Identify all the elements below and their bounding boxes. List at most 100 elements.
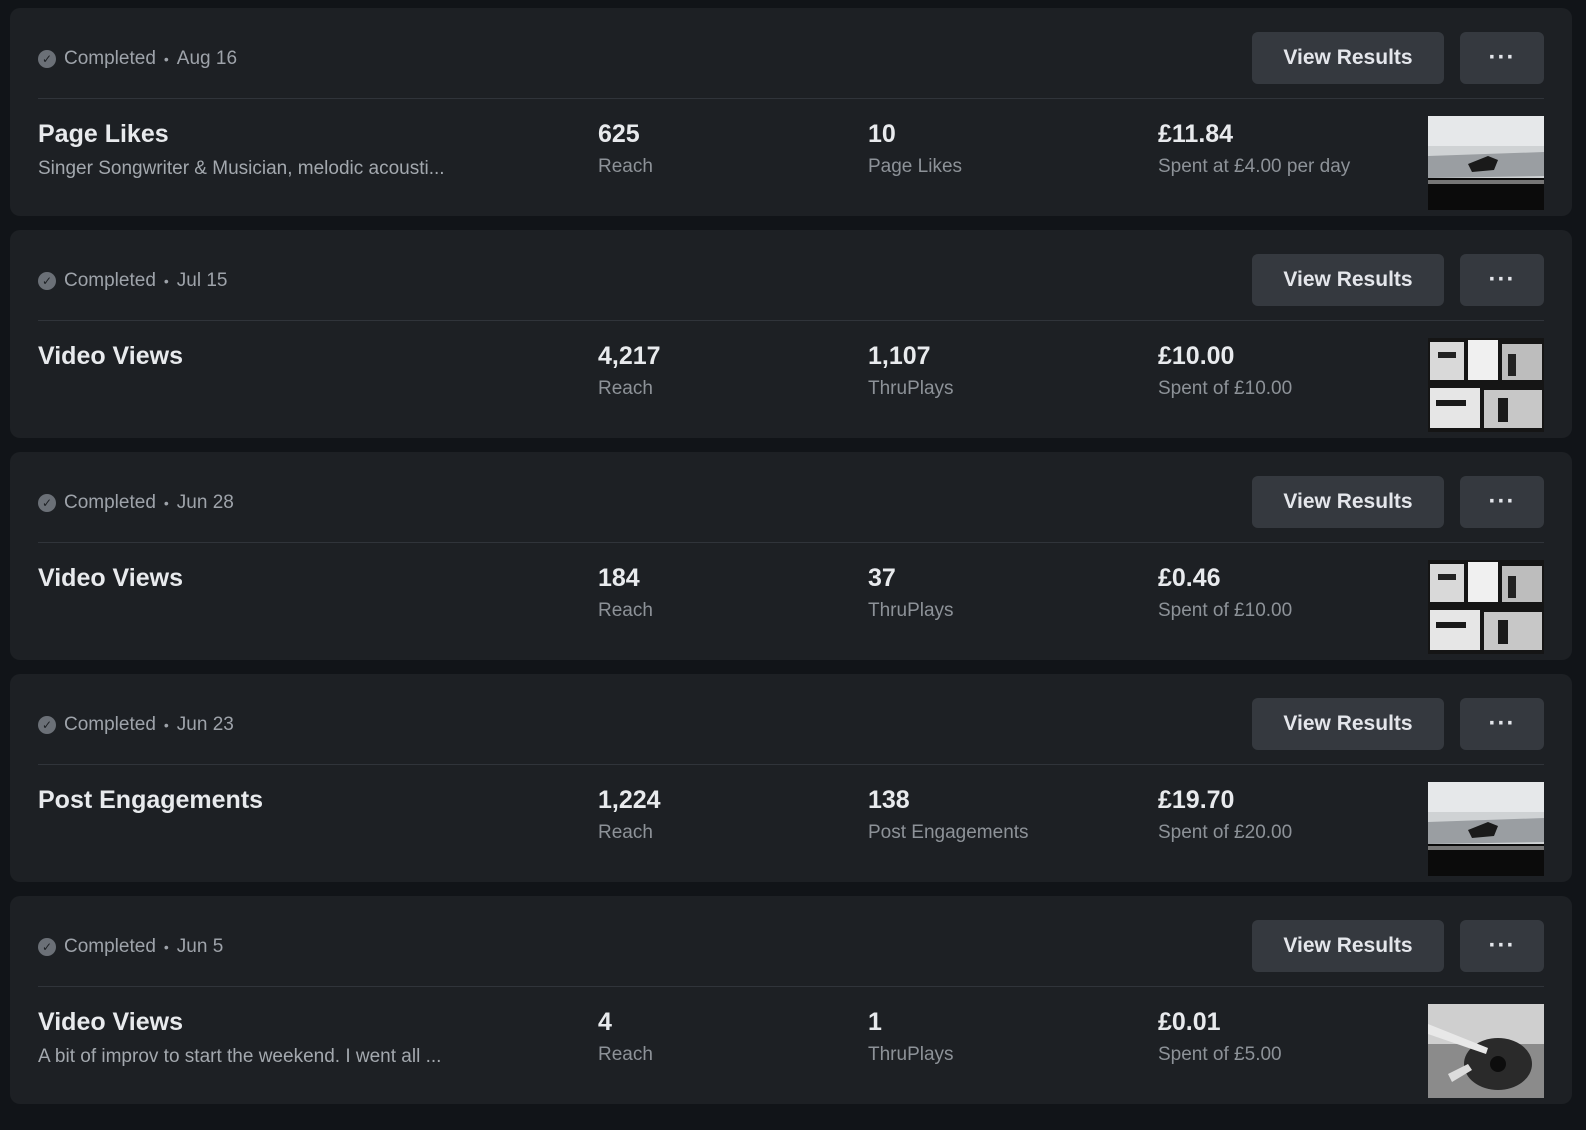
campaign-card: ✓ Completed • Jul 15 View Results ··· Vi… — [10, 230, 1572, 438]
metric-label: Reach — [598, 822, 653, 843]
card-header: ✓ Completed • Jun 28 View Results ··· — [38, 452, 1544, 543]
reach-metric: 4 Reach — [598, 1008, 653, 1066]
metric-label: Reach — [598, 1044, 653, 1065]
card-body: Page Likes Singer Songwriter & Musician,… — [38, 116, 1544, 216]
campaign-thumbnail[interactable] — [1428, 338, 1544, 432]
view-results-button[interactable]: View Results — [1252, 32, 1444, 84]
metric-value: £19.70 — [1158, 786, 1235, 814]
more-options-button[interactable]: ··· — [1460, 476, 1544, 528]
reach-metric: 184 Reach — [598, 564, 653, 622]
separator-dot: • — [163, 495, 169, 511]
metric-label: Page Likes — [868, 156, 963, 177]
campaign-thumbnail[interactable] — [1428, 116, 1544, 210]
more-options-button[interactable]: ··· — [1460, 920, 1544, 972]
metric-value: 37 — [868, 564, 896, 592]
status-label: Completed — [64, 492, 156, 513]
campaign-date: Jun 28 — [176, 492, 234, 513]
campaign-date: Jun 23 — [176, 714, 234, 735]
status-label: Completed — [64, 936, 156, 957]
metric-value: 1 — [868, 1008, 882, 1036]
metric-label: Spent of £10.00 — [1158, 600, 1293, 621]
campaign-title: Video Views — [38, 1008, 183, 1036]
campaign-subtitle: Singer Songwriter & Musician, melodic ac… — [38, 158, 445, 179]
result-metric: 37 ThruPlays — [868, 564, 954, 622]
metric-label: Reach — [598, 156, 653, 177]
separator-dot: • — [163, 717, 169, 733]
campaign-title: Video Views — [38, 564, 183, 592]
result-metric: 1 ThruPlays — [868, 1008, 954, 1066]
status-line: ✓ Completed • Jun 5 — [38, 936, 223, 958]
spend-metric: £0.01 Spent of £5.00 — [1158, 1008, 1378, 1066]
spend-metric: £11.84 Spent at £4.00 per day — [1158, 120, 1378, 178]
card-body: Video Views 4,217 Reach 1,107 ThruPlays … — [38, 338, 1544, 438]
metric-label: ThruPlays — [868, 378, 954, 399]
campaign-card: ✓ Completed • Jun 23 View Results ··· Po… — [10, 674, 1572, 882]
campaign-subtitle: A bit of improv to start the weekend. I … — [38, 1046, 442, 1067]
campaign-thumbnail[interactable] — [1428, 560, 1544, 654]
metric-label: Post Engagements — [868, 822, 1029, 843]
metric-label: Spent of £20.00 — [1158, 822, 1293, 843]
metric-label: Spent of £10.00 — [1158, 378, 1293, 399]
metric-label: Reach — [598, 600, 653, 621]
metric-value: 625 — [598, 120, 640, 148]
card-header: ✓ Completed • Jul 15 View Results ··· — [38, 230, 1544, 321]
metric-value: £0.46 — [1158, 564, 1221, 592]
metric-value: 184 — [598, 564, 640, 592]
view-results-button[interactable]: View Results — [1252, 698, 1444, 750]
metric-value: £10.00 — [1158, 342, 1235, 370]
card-header: ✓ Completed • Jun 23 View Results ··· — [38, 674, 1544, 765]
status-line: ✓ Completed • Jul 15 — [38, 270, 228, 292]
more-options-button[interactable]: ··· — [1460, 698, 1544, 750]
status-line: ✓ Completed • Aug 16 — [38, 48, 237, 70]
metric-value: £11.84 — [1158, 120, 1234, 148]
separator-dot: • — [163, 939, 169, 955]
metric-value: £0.01 — [1158, 1008, 1221, 1036]
metric-value: 1,107 — [868, 342, 931, 370]
card-body: Post Engagements 1,224 Reach 138 Post En… — [38, 782, 1544, 882]
result-metric: 1,107 ThruPlays — [868, 342, 954, 400]
campaign-card: ✓ Completed • Aug 16 View Results ··· Pa… — [10, 8, 1572, 216]
card-header: ✓ Completed • Aug 16 View Results ··· — [38, 8, 1544, 99]
result-metric: 138 Post Engagements — [868, 786, 1029, 844]
check-circle-icon: ✓ — [38, 272, 56, 290]
status-label: Completed — [64, 270, 156, 291]
card-body: Video Views A bit of improv to start the… — [38, 1004, 1544, 1104]
check-circle-icon: ✓ — [38, 716, 56, 734]
campaign-title: Video Views — [38, 342, 183, 370]
status-label: Completed — [64, 714, 156, 735]
spend-metric: £0.46 Spent of £10.00 — [1158, 564, 1378, 622]
view-results-button[interactable]: View Results — [1252, 920, 1444, 972]
check-circle-icon: ✓ — [38, 494, 56, 512]
campaign-date: Aug 16 — [176, 48, 238, 69]
campaign-thumbnail[interactable] — [1428, 1004, 1544, 1098]
reach-metric: 1,224 Reach — [598, 786, 661, 844]
metric-label: Spent at £4.00 per day — [1158, 156, 1351, 177]
campaign-card: ✓ Completed • Jun 28 View Results ··· Vi… — [10, 452, 1572, 660]
view-results-button[interactable]: View Results — [1252, 476, 1444, 528]
separator-dot: • — [163, 273, 169, 289]
status-label: Completed — [64, 48, 156, 69]
campaign-list: ✓ Completed • Aug 16 View Results ··· Pa… — [10, 8, 1572, 1118]
spend-metric: £19.70 Spent of £20.00 — [1158, 786, 1378, 844]
separator-dot: • — [163, 51, 169, 67]
view-results-button[interactable]: View Results — [1252, 254, 1444, 306]
reach-metric: 4,217 Reach — [598, 342, 661, 400]
spend-metric: £10.00 Spent of £10.00 — [1158, 342, 1378, 400]
status-line: ✓ Completed • Jun 23 — [38, 714, 234, 736]
metric-label: ThruPlays — [868, 600, 954, 621]
campaign-title: Post Engagements — [38, 786, 264, 814]
campaign-date: Jun 5 — [176, 936, 224, 957]
result-metric: 10 Page Likes — [868, 120, 962, 178]
check-circle-icon: ✓ — [38, 50, 56, 68]
campaign-thumbnail[interactable] — [1428, 782, 1544, 876]
metric-label: Spent of £5.00 — [1158, 1044, 1282, 1065]
metric-label: ThruPlays — [868, 1044, 954, 1065]
metric-label: Reach — [598, 378, 653, 399]
metric-value: 4 — [598, 1008, 612, 1036]
more-options-button[interactable]: ··· — [1460, 32, 1544, 84]
reach-metric: 625 Reach — [598, 120, 653, 178]
campaign-date: Jul 15 — [176, 270, 228, 291]
more-options-button[interactable]: ··· — [1460, 254, 1544, 306]
check-circle-icon: ✓ — [38, 938, 56, 956]
campaign-card: ✓ Completed • Jun 5 View Results ··· Vid… — [10, 896, 1572, 1104]
